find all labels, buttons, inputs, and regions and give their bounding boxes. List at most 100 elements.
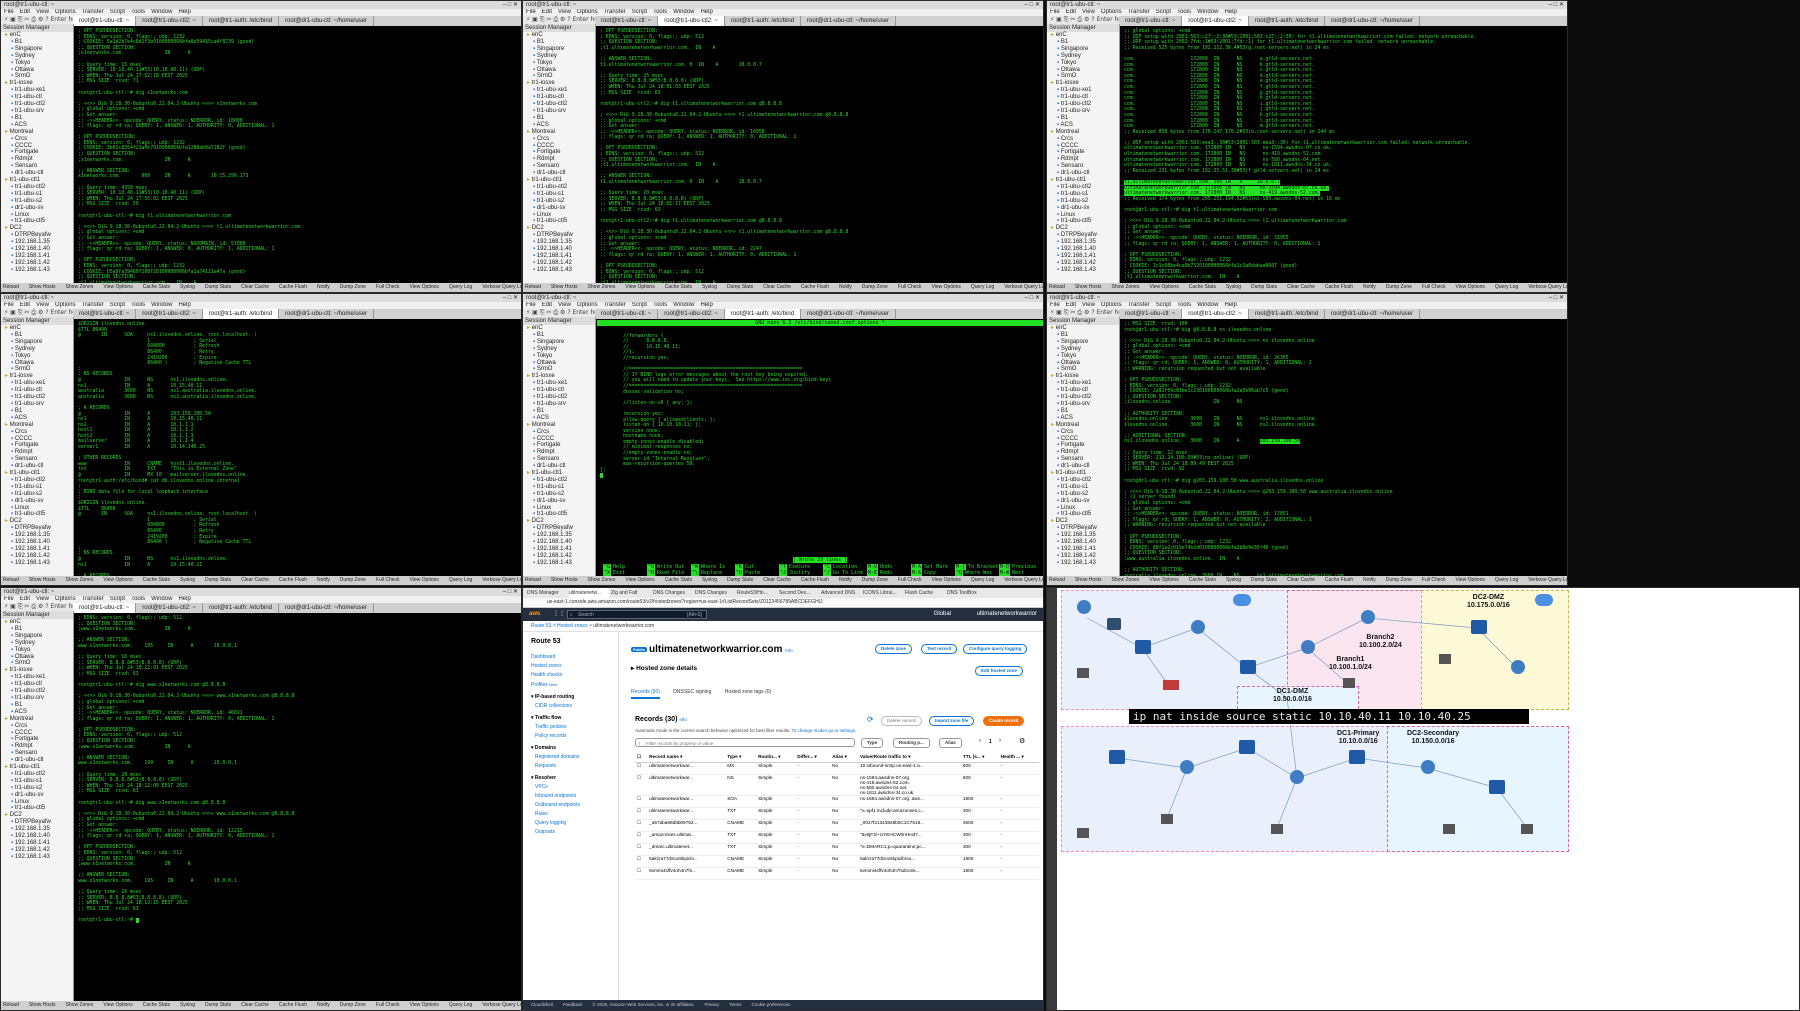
session-tree-item[interactable]: ▪ Tokyo [1, 60, 73, 67]
command-button[interactable]: Cache Stats [665, 577, 692, 583]
session-tree-item[interactable]: ▪ Ottawa [1047, 360, 1119, 367]
services-grid-icon[interactable]: ⋮⋮ [553, 608, 565, 621]
session-tree-item[interactable]: ▪ Ottawa [1, 67, 73, 74]
nav-link[interactable]: Hosted zones [531, 662, 618, 671]
session-tree-item[interactable]: ▪ Ottawa [1, 360, 73, 367]
session-tree-item[interactable]: ▪ B1 [1, 626, 73, 633]
session-tree-item[interactable]: ▪ 192.168.1.35 [1, 826, 73, 833]
command-button[interactable]: Verbose Query Log [1004, 577, 1043, 583]
menu-item[interactable]: Window [151, 9, 172, 15]
menu-item[interactable]: Window [673, 302, 694, 308]
session-tab[interactable]: root@tr1-auth: /etc/bind [1249, 309, 1326, 319]
menu-item[interactable]: File [526, 9, 536, 15]
session-tree-item[interactable]: ▪ dr1-ubu-sv [1, 498, 73, 505]
session-tree-item[interactable]: ▸ tr1-ubu-ctl1 [1047, 470, 1119, 477]
command-button[interactable]: View Options [625, 577, 654, 583]
session-tree-item[interactable]: ▪ 192.168.1.41 [523, 253, 595, 260]
session-tree-item[interactable]: ▪ tr1-ubu-srv [1047, 401, 1119, 408]
session-tree-item[interactable]: ▸ enC [523, 32, 595, 39]
session-tree-item[interactable]: ▪ Sensaro [1, 163, 73, 170]
session-tree-item[interactable]: ▪ CCCC [1, 436, 73, 443]
command-button[interactable]: Show Zones [66, 284, 94, 290]
session-tree-item[interactable]: ▪ 192.168.1.42 [523, 260, 595, 267]
session-tree-item[interactable]: ▪ 192.168.1.40 [1, 833, 73, 840]
command-button[interactable]: Cache Flush [279, 577, 307, 583]
command-button[interactable]: Full Check [898, 284, 922, 290]
session-tree-item[interactable]: ▪ Sensaro [523, 456, 595, 463]
session-tree-item[interactable]: ▪ Singapore [1, 339, 73, 346]
browser-tab[interactable]: Second Dev... [779, 588, 819, 598]
menu-item[interactable]: Help [700, 9, 712, 15]
session-tree-item[interactable]: ▪ tr1-ubu-xe1 [1, 87, 73, 94]
command-button[interactable]: View Options [103, 577, 132, 583]
import-zone-file-button[interactable]: Import zone file [929, 716, 975, 726]
command-button[interactable]: View Options [410, 284, 439, 290]
session-tree-item[interactable]: ▪ Crcs [1047, 136, 1119, 143]
command-button[interactable]: Syslog [1226, 577, 1241, 583]
session-tree-item[interactable]: ▪ Fortigate [1, 149, 73, 156]
command-button[interactable]: Dump Stats [727, 284, 753, 290]
pagination-next-icon[interactable]: › [999, 738, 1001, 744]
session-tree-item[interactable]: ▪ B1 [523, 39, 595, 46]
menu-item[interactable]: View [1082, 9, 1095, 15]
menu-item[interactable]: Window [151, 302, 172, 308]
command-button[interactable]: Show Zones [66, 1002, 94, 1008]
session-tree-item[interactable]: ▪ tr1-ubu-s1 [523, 484, 595, 491]
configure-query-logging-button[interactable]: Configure query logging [963, 644, 1028, 654]
command-button[interactable]: Dump Zone [340, 284, 366, 290]
session-tree-item[interactable]: ▪ Fortigate [523, 149, 595, 156]
pagination-current-page[interactable]: 1 [989, 739, 992, 745]
session-tree-item[interactable]: ▪ dr1-ubu-sv [1047, 498, 1119, 505]
menu-item[interactable]: Tools [1177, 302, 1191, 308]
connect-icon[interactable]: ⚡ ▣ ⎘ ✂ ⎙ ⚙ ? [4, 16, 49, 23]
row-checkbox[interactable]: ☐ [635, 867, 648, 880]
command-button[interactable]: Syslog [702, 577, 717, 583]
breadcrumb-hosted-zones[interactable]: Hosted zones [557, 623, 588, 629]
session-tree-item[interactable]: ▸ enC [1047, 32, 1119, 39]
command-button[interactable]: Dump Zone [862, 284, 888, 290]
session-tree-item[interactable]: ▪ Singapore [1, 46, 73, 53]
tab-tags[interactable]: Hosted zone tags (0) [725, 689, 771, 695]
session-tree-item[interactable]: ▸ tr1-ubu-ctl1 [1, 177, 73, 184]
session-tree-item[interactable]: ▪ 192.168.1.43 [1, 854, 73, 861]
session-tree-item[interactable]: ▪ tr1-ubu-s1 [1047, 484, 1119, 491]
session-tree-item[interactable]: ▪ Ottawa [523, 67, 595, 74]
command-button[interactable]: View Options [1149, 284, 1178, 290]
command-button[interactable]: Dump Stats [1251, 284, 1277, 290]
terminal-output[interactable]: ;; MSG SIZE rcvd: 100 root@dr1-ubu-ctl:~… [1121, 320, 1567, 576]
command-button[interactable]: Notify [317, 284, 330, 290]
menu-item[interactable]: File [1050, 9, 1060, 15]
session-tree-item[interactable]: ▪ 192.168.1.43 [1, 560, 73, 567]
menu-item[interactable]: Window [1197, 9, 1218, 15]
session-tree-item[interactable]: ▪ Rdmpt [1047, 156, 1119, 163]
menu-item[interactable]: Transfer [82, 596, 104, 602]
command-button[interactable]: Show Hosts [29, 1002, 56, 1008]
session-tree-item[interactable]: ▪ Tokyo [523, 60, 595, 67]
command-button[interactable]: View Options [1456, 284, 1485, 290]
menu-item[interactable]: Tools [131, 9, 145, 15]
session-tree-item[interactable]: ▪ Rdmpt [523, 449, 595, 456]
session-tree-item[interactable]: ▪ dr1-ubu-sv [523, 205, 595, 212]
browser-tab[interactable]: DNS Changes [695, 588, 735, 598]
session-tab[interactable]: root@dr1-ubu-ctl: ~/home/user [1325, 16, 1420, 26]
session-tab[interactable]: root@tr1-ubu-ctl2: ~ [136, 603, 203, 613]
session-tree-item[interactable]: ▸ DC2 [1, 225, 73, 232]
command-button[interactable]: Full Check [376, 284, 400, 290]
command-button[interactable]: Reload [3, 577, 19, 583]
session-tree-item[interactable]: ▪ tr1-ubu-ctl2 [1, 101, 73, 108]
table-row[interactable]: ☐ ultimatenetworkwar... MX Simple - No 10 inbo… [635, 762, 1039, 775]
command-button[interactable]: Verbose Query Log [1528, 284, 1567, 290]
session-tree-item[interactable]: ▪ Tokyo [1, 353, 73, 360]
session-tree-item[interactable]: ▸ DC2 [1047, 225, 1119, 232]
session-tab[interactable]: root@tr1-ubu-ctl2: ~ [136, 309, 203, 319]
session-tab[interactable]: root@tr1-auth: /etc/bind [725, 16, 802, 26]
session-tree-item[interactable]: ▪ 192.168.1.42 [1047, 553, 1119, 560]
browser-tab[interactable]: Flash Cache [905, 588, 945, 598]
command-button[interactable]: Query Log [971, 284, 994, 290]
row-checkbox[interactable]: ☐ [635, 762, 648, 775]
nav-link[interactable]: Rules [531, 810, 618, 819]
session-tree-item[interactable]: ▪ tr1-ubu-s1 [1047, 191, 1119, 198]
info-link[interactable]: Info [785, 648, 793, 653]
session-tree-item[interactable]: ▪ dr1-ubu-ctl [1, 463, 73, 470]
session-tree-item[interactable]: ▪ Sydney [1, 53, 73, 60]
